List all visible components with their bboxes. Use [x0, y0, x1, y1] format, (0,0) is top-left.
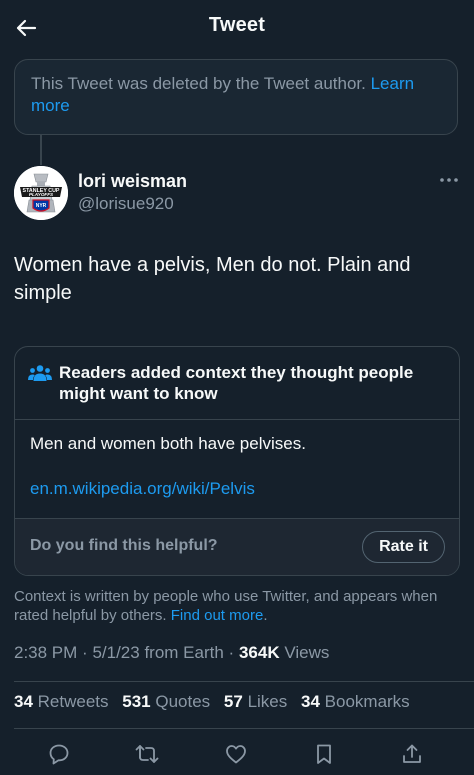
retweet-icon	[135, 745, 159, 763]
svg-text:NYR: NYR	[36, 203, 47, 209]
retweets-stat[interactable]: 34 Retweets	[14, 692, 109, 711]
deleted-tweet-notice: This Tweet was deleted by the Tweet auth…	[14, 59, 458, 135]
tweet-meta: 2:38 PM · 5/1/23 from Earth · 364K Views	[14, 643, 329, 663]
svg-text:PLAYOFFS: PLAYOFFS	[29, 192, 54, 197]
author-display-name[interactable]: lori weisman	[78, 171, 187, 192]
author-handle[interactable]: @lorisue920	[78, 194, 174, 214]
community-note-rating-bar: Do you find this helpful? Rate it	[15, 518, 459, 575]
community-note-card: Readers added context they thought peopl…	[14, 346, 460, 576]
stanley-cup-playoffs-logo: STANLEY CUP PLAYOFFS NYR	[14, 166, 68, 220]
rate-it-button[interactable]: Rate it	[362, 531, 445, 563]
likes-count: 57	[223, 692, 243, 711]
find-out-more-link[interactable]: Find out more	[171, 607, 264, 624]
bookmarks-count: 34	[301, 692, 320, 711]
disclaimer-suffix: .	[263, 607, 268, 624]
quotes-label: Quotes	[155, 692, 211, 711]
deleted-notice-text: This Tweet was deleted by the Tweet auth…	[31, 74, 366, 93]
quotes-stat[interactable]: 531 Quotes	[122, 692, 210, 711]
people-icon	[28, 365, 52, 381]
likes-label: Likes	[247, 692, 288, 711]
quotes-count: 531	[122, 692, 151, 711]
tweet-text: Women have a pelvis, Men do not. Plain a…	[14, 254, 411, 304]
bookmarks-stat[interactable]: 34 Bookmarks	[301, 692, 410, 711]
top-bar: Tweet	[0, 0, 474, 54]
community-note-title: Readers added context they thought peopl…	[59, 363, 414, 403]
bookmark-button[interactable]	[309, 739, 339, 769]
share-icon	[403, 744, 421, 763]
context-disclaimer: Context is written by people who use Twi…	[14, 587, 460, 625]
share-button[interactable]	[397, 739, 427, 769]
like-button[interactable]	[221, 739, 251, 769]
reply-button[interactable]	[44, 739, 74, 769]
page-title: Tweet	[208, 14, 266, 36]
bookmarks-label: Bookmarks	[324, 692, 410, 711]
likes-stat[interactable]: 57 Likes	[224, 692, 287, 711]
reply-icon	[49, 744, 69, 765]
retweets-label: Retweets	[37, 692, 109, 711]
views-label: Views	[284, 643, 330, 662]
more-horizontal-icon	[440, 178, 458, 182]
community-note-header: Readers added context they thought peopl…	[15, 347, 459, 420]
more-options-button[interactable]	[436, 170, 462, 190]
thread-connector-line	[40, 135, 42, 165]
community-note-body: Men and women both have pelvises.	[30, 434, 306, 453]
tweet-date[interactable]: 5/1/23	[92, 643, 139, 662]
retweets-count: 34	[14, 692, 33, 711]
engagement-stats: 34 Retweets 531 Quotes 57 Likes 34 Bookm…	[14, 692, 419, 712]
tweet-source: from Earth	[144, 643, 224, 662]
retweet-button[interactable]	[132, 739, 162, 769]
meta-separator: ·	[82, 643, 88, 662]
helpful-question: Do you find this helpful?	[30, 537, 218, 554]
tweet-time[interactable]: 2:38 PM	[14, 643, 77, 662]
tweet-action-bar	[0, 735, 474, 775]
community-note-source-link[interactable]: en.m.wikipedia.org/wiki/Pelvis	[30, 479, 255, 499]
divider	[14, 681, 474, 682]
like-icon	[226, 745, 246, 764]
avatar[interactable]: STANLEY CUP PLAYOFFS NYR	[14, 166, 68, 220]
meta-separator: ·	[228, 643, 235, 662]
bookmark-icon	[317, 744, 331, 764]
divider	[14, 728, 474, 729]
views-count: 364K	[238, 643, 280, 662]
